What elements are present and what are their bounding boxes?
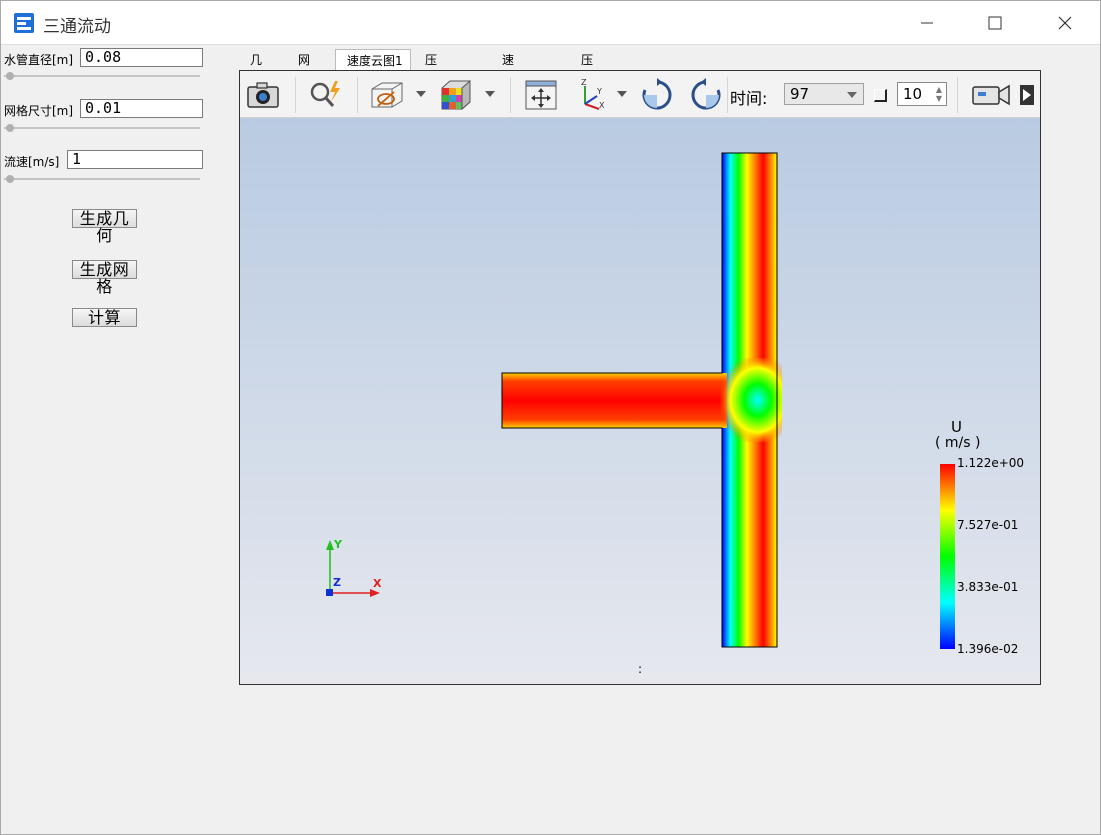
maximize-icon — [988, 16, 1002, 30]
toolbar-separator — [957, 77, 958, 113]
axes-dropdown[interactable] — [617, 91, 627, 97]
svg-text:Y: Y — [596, 87, 602, 96]
fit-view-button[interactable] — [522, 77, 560, 113]
tab-velocity-contour[interactable]: 速度云图1 — [335, 49, 411, 70]
video-record-icon — [972, 84, 1010, 106]
toolbar-overflow-button[interactable] — [1016, 77, 1038, 113]
step-spinbox[interactable]: 10 ▲ ▼ — [897, 82, 947, 106]
maximize-button[interactable] — [963, 1, 1027, 45]
slider-track — [4, 75, 200, 77]
screenshot-button[interactable] — [244, 77, 282, 113]
generate-mesh-button[interactable]: 生成网格 — [72, 260, 137, 295]
axes-orientation-icon: Z Y X — [581, 78, 605, 110]
tab-pressure-isoline[interactable]: 压力等值线1 — [581, 49, 593, 177]
slider-track — [4, 127, 200, 129]
rotate-clockwise-button[interactable] — [638, 77, 676, 113]
toolbar-separator — [510, 77, 511, 113]
colorbar-title: U — [951, 418, 962, 436]
minimize-button[interactable] — [895, 1, 959, 45]
tab-geometry[interactable]: 几何 — [250, 49, 262, 89]
colormap-dropdown[interactable] — [485, 91, 495, 97]
colorbar-label: 7.527e-01 — [957, 518, 1019, 532]
axis-y-label: Y — [333, 538, 343, 551]
colormap-cube-icon — [441, 79, 471, 111]
axis-z-label: Z — [333, 576, 341, 589]
svg-text:Z: Z — [581, 78, 587, 87]
slider-thumb[interactable] — [6, 124, 14, 132]
axes-orientation-button[interactable]: Z Y X — [573, 77, 611, 113]
pipe-diameter-slider[interactable] — [4, 71, 200, 81]
mesh-size-input[interactable]: 0.01 — [80, 99, 203, 118]
chevron-down-icon — [847, 92, 857, 98]
close-button[interactable] — [1033, 1, 1097, 45]
title-bar[interactable]: 三通流动 — [1, 1, 1100, 45]
toolbar-separator — [727, 77, 728, 113]
flow-velocity-input[interactable]: 1 — [67, 150, 203, 169]
colorbar-unit: ( m/s ) — [935, 435, 981, 451]
time-step-value: 97 — [790, 85, 810, 103]
time-step-select[interactable]: 97 — [784, 83, 864, 105]
mesh-size-label: 网格尺寸[m] — [4, 104, 74, 118]
flow-velocity-slider[interactable] — [4, 174, 200, 184]
mesh-size-slider[interactable] — [4, 123, 200, 133]
rotate-counterclockwise-icon — [691, 78, 721, 110]
colorbar-gradient — [940, 464, 955, 649]
camera-icon — [247, 82, 279, 108]
visibility-button[interactable] — [368, 77, 406, 113]
axis-x-label: X — [373, 577, 382, 590]
animation-checkbox[interactable] — [874, 89, 887, 102]
zoom-button[interactable] — [306, 77, 344, 113]
tab-mesh[interactable]: 网络 — [298, 49, 310, 89]
colorbar-label-min: 1.396e-02 — [957, 642, 1019, 656]
toolbar-separator — [357, 77, 358, 113]
minimize-icon — [921, 22, 933, 24]
slider-track — [4, 178, 200, 180]
box-visibility-icon — [371, 82, 403, 108]
time-label: 时间: — [730, 89, 768, 108]
svg-text:X: X — [599, 101, 605, 110]
zoom-magic-icon — [310, 81, 340, 107]
view-toolbar: Z Y X 时间: 97 10 ▲ ▼ — [240, 71, 1040, 118]
spin-arrows-icon[interactable]: ▲ ▼ — [936, 85, 942, 103]
tab-pressure-contour[interactable]: 压力云图1 — [425, 49, 437, 155]
compute-button[interactable]: 计算 — [72, 308, 137, 327]
visualization-panel: Z Y X 时间: 97 10 ▲ ▼ Y X Z U (m/s) 1.12… — [239, 70, 1041, 685]
velocity-contour-plot: Y X Z — [326, 152, 955, 649]
slider-thumb[interactable] — [6, 175, 14, 183]
flow-velocity-label: 流速[m/s] — [4, 155, 60, 169]
status-text: : — [638, 662, 643, 676]
app-window: 三通流动 水管直径[m] 0.08 网格尺寸[m] 0.01 流速[m/s] 1… — [0, 0, 1101, 835]
record-video-button[interactable] — [968, 77, 1014, 113]
fit-view-icon — [525, 80, 557, 110]
step-spinbox-value: 10 — [903, 85, 923, 103]
slider-thumb[interactable] — [6, 72, 14, 80]
close-icon — [1058, 16, 1072, 30]
pipe-diameter-input[interactable]: 0.08 — [80, 48, 203, 67]
window-title: 三通流动 — [43, 17, 111, 37]
toolbar-separator — [295, 77, 296, 113]
axes-triad: Y X Z — [326, 538, 382, 597]
pipe-diameter-label: 水管直径[m] — [4, 53, 74, 67]
branch-pipe-flow — [502, 373, 727, 428]
visibility-dropdown[interactable] — [416, 91, 426, 97]
tab-velocity-vector[interactable]: 速度矢量1 — [502, 49, 514, 155]
render-viewport[interactable]: Y X Z U ( m/s ) 1.122e+00 7.527e-01 3.83… — [240, 118, 1040, 684]
app-logo-icon — [14, 13, 34, 33]
colorbar-label-max: 1.122e+00 — [957, 456, 1025, 470]
scroll-right-icon — [1020, 85, 1034, 105]
rotate-counterclockwise-button[interactable] — [687, 77, 725, 113]
colorbar-label: 3.833e-01 — [957, 580, 1019, 594]
generate-geometry-button[interactable]: 生成几何 — [72, 209, 137, 244]
colormap-button[interactable] — [437, 77, 475, 113]
rotate-clockwise-icon — [642, 78, 672, 110]
